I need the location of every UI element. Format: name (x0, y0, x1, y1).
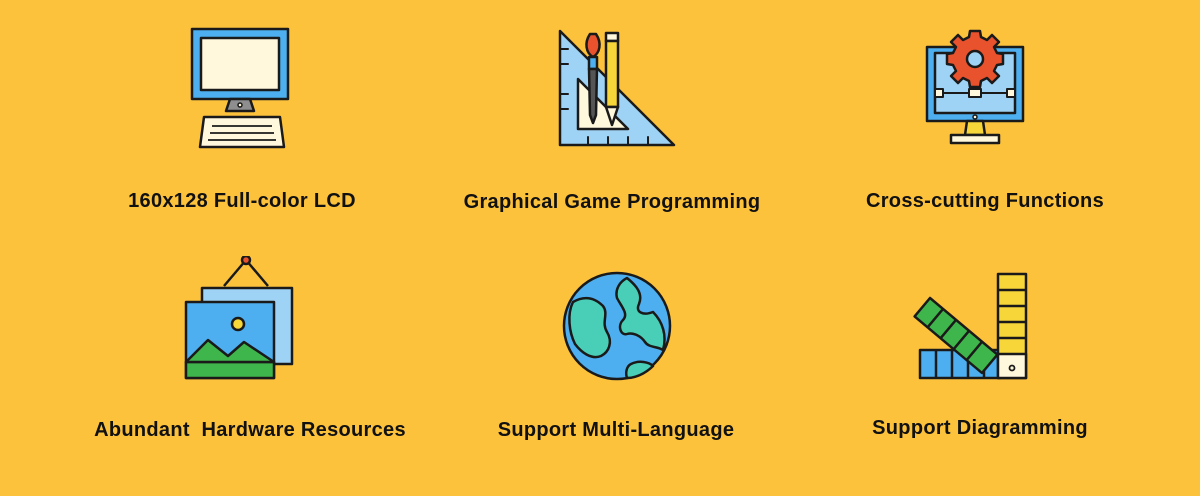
feature-graphical-programming-label: Graphical Game Programming (463, 191, 761, 213)
drawing-tools-icon (558, 29, 676, 147)
features-page: 160x128 Full-color LCD Graphical Game Pr… (0, 0, 1200, 496)
feature-hardware-resources: Abundant Hardware Resources (50, 256, 450, 476)
gear-monitor-icon (925, 29, 1025, 145)
color-swatch-icon (913, 272, 1028, 380)
feature-cross-cutting: Cross-cutting Functions (785, 25, 1185, 245)
globe-icon (562, 271, 672, 381)
computer-monitor-icon (190, 27, 290, 149)
feature-multi-language-label: Support Multi-Language (497, 419, 735, 441)
feature-diagramming: Support Diagramming (780, 256, 1180, 476)
feature-cross-cutting-label: Cross-cutting Functions (865, 190, 1104, 212)
feature-multi-language: Support Multi-Language (416, 256, 816, 476)
feature-diagramming-label: Support Diagramming (872, 417, 1088, 439)
feature-hardware-resources-label: Abundant Hardware Resources (94, 419, 406, 441)
feature-lcd-label: 160x128 Full-color LCD (128, 190, 356, 212)
feature-graphical-programming: Graphical Game Programming (412, 25, 812, 245)
feature-lcd: 160x128 Full-color LCD (42, 25, 442, 245)
picture-frame-icon (184, 256, 294, 380)
